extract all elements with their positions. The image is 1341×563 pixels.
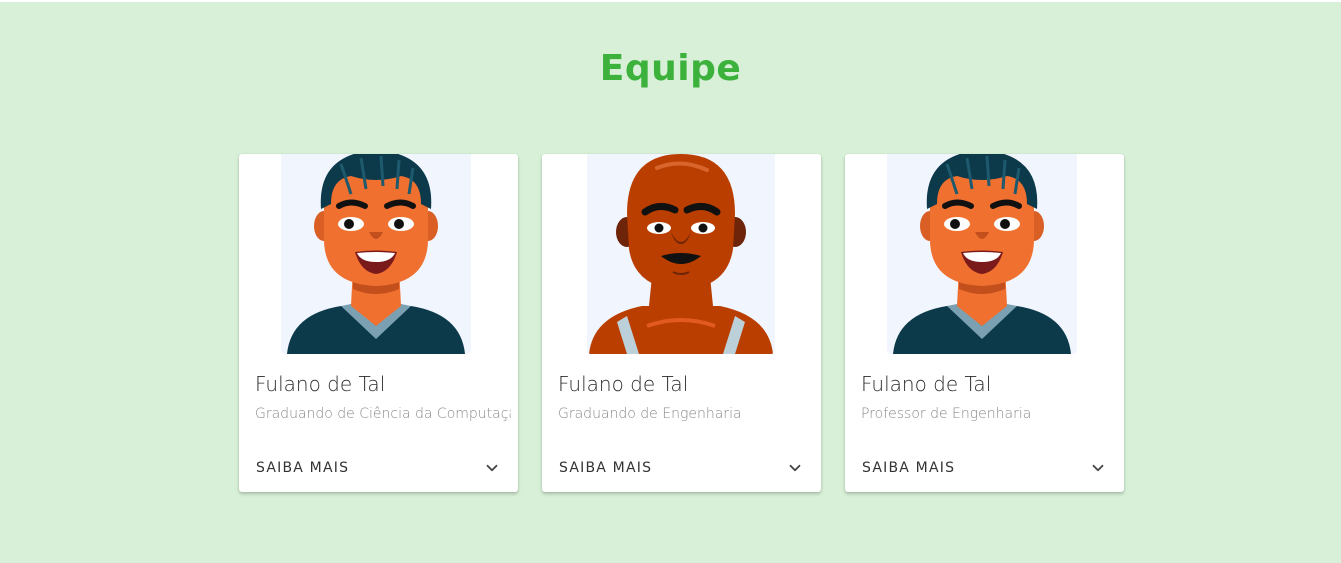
card-actions: SAIBA MAIS — [845, 452, 1124, 484]
young-man-avatar — [887, 154, 1077, 354]
section-title: Equipe — [599, 48, 742, 89]
member-role: Professor de Engenharia — [861, 406, 1032, 422]
card-media — [845, 154, 1124, 354]
member-name: Fulano de Tal — [861, 372, 992, 396]
card-actions: SAIBA MAIS — [542, 452, 821, 484]
team-section: Equipe Fulano de Tal Graduando de Ciênci… — [0, 2, 1341, 563]
chevron-down-icon[interactable] — [483, 459, 501, 477]
member-name: Fulano de Tal — [255, 372, 386, 396]
chevron-down-icon[interactable] — [786, 459, 804, 477]
member-role: Graduando de Ciência da Computação — [255, 406, 511, 422]
team-card: Fulano de Tal Professor de Engenharia SA… — [845, 154, 1124, 492]
saiba-mais-button[interactable]: SAIBA MAIS — [247, 452, 358, 484]
card-media — [542, 154, 821, 354]
saiba-mais-button[interactable]: SAIBA MAIS — [853, 452, 964, 484]
team-card: Fulano de Tal Graduando de Ciência da Co… — [239, 154, 518, 492]
member-role: Graduando de Engenharia — [558, 406, 742, 422]
card-media — [239, 154, 518, 354]
card-actions: SAIBA MAIS — [239, 452, 518, 484]
saiba-mais-button[interactable]: SAIBA MAIS — [550, 452, 661, 484]
team-card: Fulano de Tal Graduando de Engenharia SA… — [542, 154, 821, 492]
bald-man-avatar — [587, 154, 775, 354]
young-man-avatar — [281, 154, 471, 354]
chevron-down-icon[interactable] — [1089, 459, 1107, 477]
member-name: Fulano de Tal — [558, 372, 689, 396]
